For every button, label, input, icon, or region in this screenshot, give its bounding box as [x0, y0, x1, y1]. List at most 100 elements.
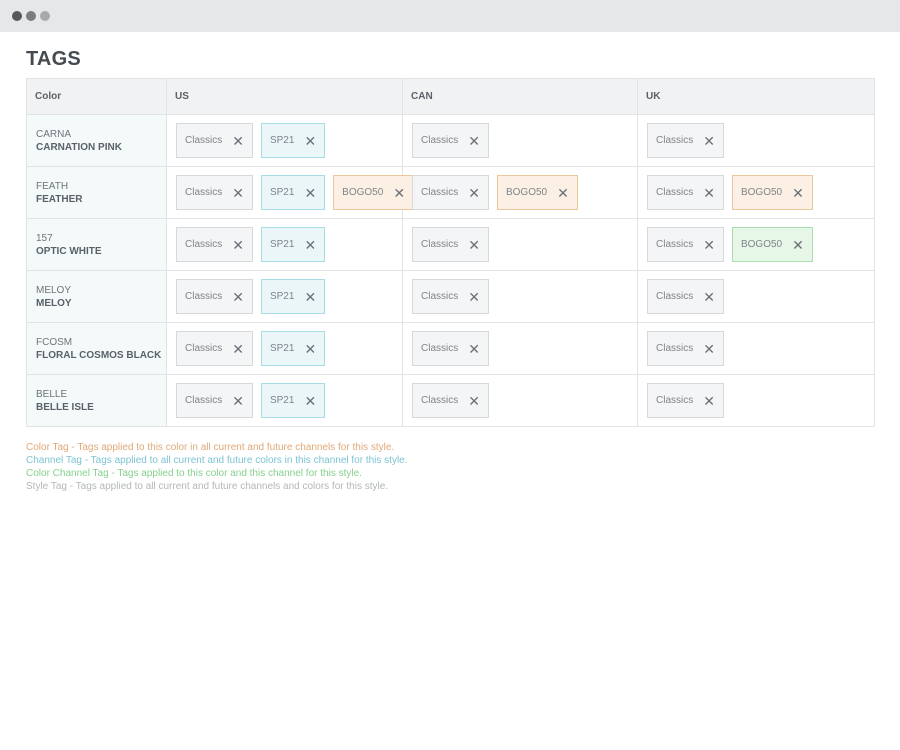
- color-cell: FCOSM FLORAL COSMOS BLACK: [26, 322, 167, 375]
- tag-label: Classics: [656, 395, 694, 406]
- remove-tag-icon[interactable]: ✕: [703, 238, 715, 252]
- remove-tag-icon[interactable]: ✕: [304, 394, 316, 408]
- channel-cell-us: Classics ✕ SP21 ✕: [166, 218, 403, 271]
- tag-label: Classics: [185, 291, 223, 302]
- remove-tag-icon[interactable]: ✕: [792, 238, 804, 252]
- style-tag: Classics ✕: [412, 175, 489, 210]
- remove-tag-icon[interactable]: ✕: [792, 186, 804, 200]
- color-name: BELLE ISLE: [36, 401, 94, 413]
- channel-tag: SP21 ✕: [260, 279, 326, 314]
- style-tag: Classics ✕: [412, 279, 489, 314]
- remove-tag-icon[interactable]: ✕: [232, 394, 244, 408]
- tag-list: Classics ✕: [647, 331, 874, 366]
- tag-label: Classics: [185, 239, 223, 250]
- tag-label: Classics: [185, 135, 223, 146]
- channel-cell-can: Classics ✕: [402, 322, 638, 375]
- tag-list: Classics ✕: [412, 123, 637, 158]
- tag-label: Classics: [421, 187, 459, 198]
- remove-tag-icon[interactable]: ✕: [232, 238, 244, 252]
- legend-item: Color Tag - Tags applied to this color i…: [26, 442, 395, 453]
- channel-tag: SP21 ✕: [260, 227, 326, 262]
- remove-tag-icon[interactable]: ✕: [557, 186, 569, 200]
- tag-label: Classics: [421, 239, 459, 250]
- tag-label: Classics: [185, 343, 223, 354]
- remove-tag-icon[interactable]: ✕: [232, 342, 244, 356]
- remove-tag-icon[interactable]: ✕: [468, 134, 480, 148]
- remove-tag-icon[interactable]: ✕: [304, 238, 316, 252]
- remove-tag-icon[interactable]: ✕: [304, 342, 316, 356]
- tag-label: Classics: [185, 395, 223, 406]
- color-name: OPTIC WHITE: [36, 245, 102, 257]
- remove-tag-icon[interactable]: ✕: [703, 290, 715, 304]
- remove-tag-icon[interactable]: ✕: [703, 342, 715, 356]
- remove-tag-icon[interactable]: ✕: [304, 290, 316, 304]
- table-row: FCOSM FLORAL COSMOS BLACK Classics ✕ SP21 ✕ Cl…: [26, 322, 875, 375]
- color-name: MELOY: [36, 297, 72, 309]
- channel-cell-can: Classics ✕ BOGO50 ✕: [402, 166, 638, 219]
- remove-tag-icon[interactable]: ✕: [393, 186, 405, 200]
- tag-label: SP21: [269, 135, 295, 146]
- tag-label: Classics: [421, 395, 459, 406]
- style-tag: Classics ✕: [176, 383, 253, 418]
- window-maximize-icon[interactable]: [40, 11, 50, 21]
- table-header-row: Color US CAN UK: [26, 78, 875, 115]
- remove-tag-icon[interactable]: ✕: [304, 186, 316, 200]
- channel-cell-us: Classics ✕ SP21 ✕ BOGO50 ✕: [166, 166, 415, 219]
- tag-list: Classics ✕ SP21 ✕: [176, 383, 402, 418]
- tag-label: Classics: [421, 291, 459, 302]
- remove-tag-icon[interactable]: ✕: [468, 238, 480, 252]
- tag-list: Classics ✕ SP21 ✕: [176, 279, 402, 314]
- tags-table-body: CARNA CARNATION PINK Classics ✕ SP21 ✕ Classic…: [26, 114, 875, 427]
- tag-label: Classics: [656, 343, 694, 354]
- channel-cell-can: Classics ✕: [402, 374, 638, 427]
- channel-cell-uk: Classics ✕: [637, 114, 875, 167]
- color-cell: MELOY MELOY: [26, 270, 167, 323]
- color-cell: 157 OPTIC WHITE: [26, 218, 167, 271]
- tag-label: SP21: [269, 395, 295, 406]
- window-titlebar: [0, 0, 900, 32]
- colorchannel-tag: BOGO50 ✕: [731, 227, 813, 262]
- remove-tag-icon[interactable]: ✕: [468, 394, 480, 408]
- channel-cell-uk: Classics ✕ BOGO50 ✕: [637, 218, 875, 271]
- remove-tag-icon[interactable]: ✕: [304, 134, 316, 148]
- tag-list: Classics ✕: [647, 279, 874, 314]
- style-tag: Classics ✕: [412, 227, 489, 262]
- color-tag: BOGO50 ✕: [496, 175, 578, 210]
- remove-tag-icon[interactable]: ✕: [468, 186, 480, 200]
- remove-tag-icon[interactable]: ✕: [468, 342, 480, 356]
- channel-cell-uk: Classics ✕: [637, 322, 875, 375]
- remove-tag-icon[interactable]: ✕: [703, 394, 715, 408]
- color-name: CARNATION PINK: [36, 141, 122, 153]
- remove-tag-icon[interactable]: ✕: [232, 134, 244, 148]
- remove-tag-icon[interactable]: ✕: [703, 134, 715, 148]
- tag-label: BOGO50: [505, 187, 548, 198]
- remove-tag-icon[interactable]: ✕: [468, 290, 480, 304]
- column-header-color: Color: [26, 78, 167, 115]
- tag-list: Classics ✕: [647, 383, 874, 418]
- style-tag: Classics ✕: [176, 123, 253, 158]
- color-code: 157: [36, 232, 53, 244]
- tag-label: SP21: [269, 291, 295, 302]
- remove-tag-icon[interactable]: ✕: [232, 186, 244, 200]
- tag-label: BOGO50: [740, 187, 783, 198]
- legend-item: Color Channel Tag - Tags applied to this…: [26, 468, 362, 479]
- channel-cell-us: Classics ✕ SP21 ✕: [166, 374, 403, 427]
- tag-label: SP21: [269, 343, 295, 354]
- tag-list: Classics ✕: [412, 383, 637, 418]
- style-tag: Classics ✕: [176, 279, 253, 314]
- tags-page: TAGS Color US CAN UK CARNA CARNATION PINK…: [0, 48, 900, 493]
- remove-tag-icon[interactable]: ✕: [703, 186, 715, 200]
- window-minimize-icon[interactable]: [26, 11, 36, 21]
- remove-tag-icon[interactable]: ✕: [232, 290, 244, 304]
- tag-list: Classics ✕ SP21 ✕ BOGO50 ✕: [176, 175, 415, 210]
- tag-list: Classics ✕: [412, 227, 637, 262]
- channel-cell-uk: Classics ✕: [637, 374, 875, 427]
- column-header-us: US: [166, 78, 403, 115]
- tag-legend: Color Tag - Tags applied to this color i…: [26, 441, 874, 493]
- channel-tag: SP21 ✕: [260, 383, 326, 418]
- tags-table: Color US CAN UK CARNA CARNATION PINK Class…: [26, 78, 875, 427]
- page-title: TAGS: [26, 48, 81, 70]
- window-close-icon[interactable]: [12, 11, 22, 21]
- color-name: FEATHER: [36, 193, 83, 205]
- style-tag: Classics ✕: [647, 227, 724, 262]
